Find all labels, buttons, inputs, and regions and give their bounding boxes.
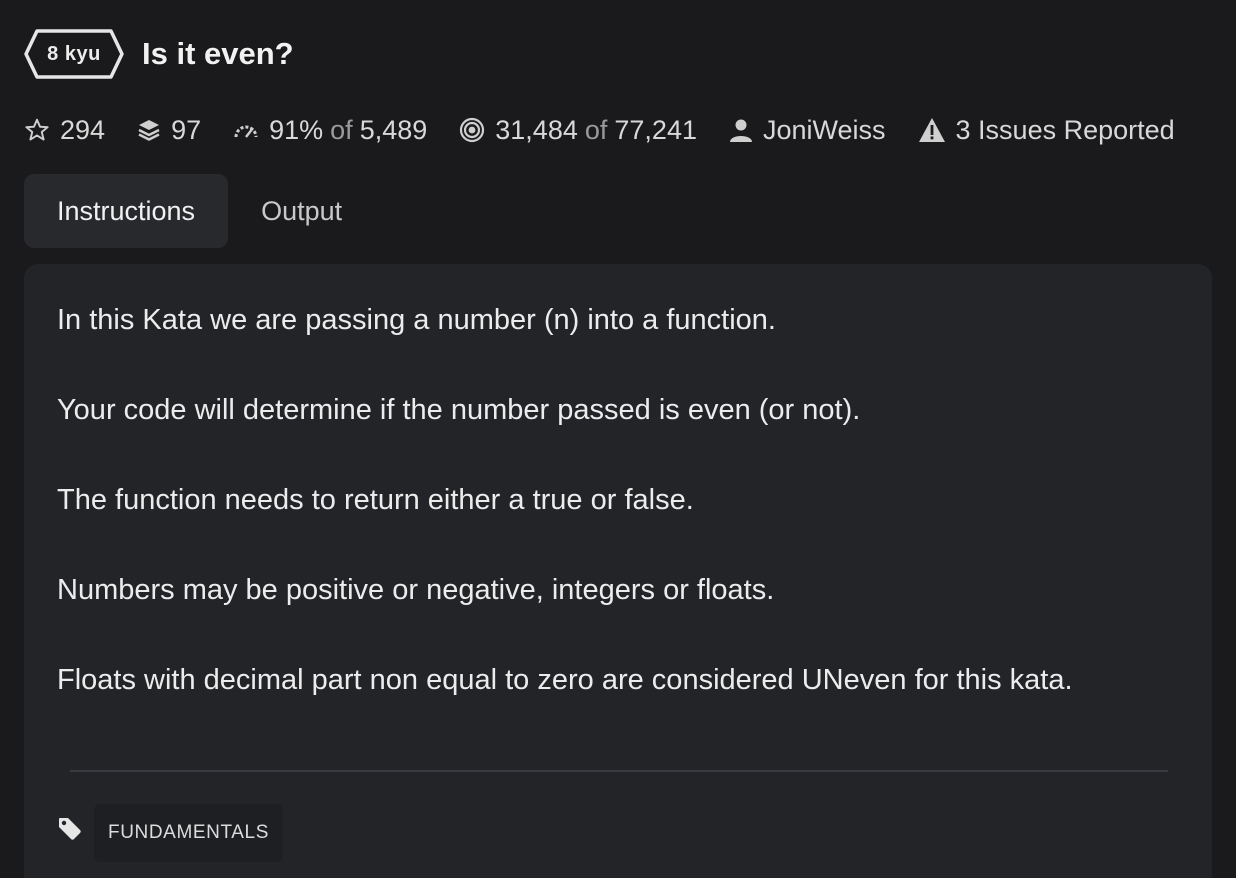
collections-count: 97	[171, 114, 202, 145]
stars-stat[interactable]: 294	[24, 115, 105, 146]
kata-header: 8 kyu Is it even?	[24, 26, 294, 82]
author-stat[interactable]: JoniWeiss	[729, 115, 886, 146]
instructions-panel: In this Kata we are passing a number (n)…	[24, 264, 1212, 878]
description-paragraph: Floats with decimal part non equal to ze…	[57, 664, 1073, 696]
satisfaction-percent: 91%	[269, 114, 324, 145]
kata-page: 8 kyu Is it even? 294 97 91% of 5,489 31…	[0, 0, 1236, 878]
issues-stat[interactable]: 3 Issues Reported	[918, 115, 1175, 146]
kata-stats: 294 97 91% of 5,489 31,484 of 77,241 Jon…	[24, 110, 1175, 150]
tags-row: FUNDAMENTALS	[57, 804, 283, 862]
kata-description: In this Kata we are passing a number (n)…	[57, 304, 1187, 754]
tab-output[interactable]: Output	[228, 174, 375, 248]
divider	[70, 770, 1168, 772]
description-paragraph: In this Kata we are passing a number (n)…	[57, 304, 776, 336]
layers-icon	[137, 118, 161, 142]
tag-icon	[57, 816, 83, 842]
rank-label: 8 kyu	[47, 43, 101, 65]
tag-fundamentals[interactable]: FUNDAMENTALS	[94, 804, 283, 862]
gauge-icon	[233, 119, 259, 141]
completed-count: 31,484	[495, 114, 578, 145]
tab-instructions[interactable]: Instructions	[24, 174, 229, 248]
completion-stat: 31,484 of 77,241	[459, 115, 697, 146]
completed-of: of	[584, 114, 608, 145]
satisfaction-votes: 5,489	[359, 114, 428, 145]
issues-text: 3 Issues Reported	[955, 114, 1175, 145]
stars-count: 294	[60, 114, 106, 145]
author-name: JoniWeiss	[762, 114, 886, 145]
collections-stat[interactable]: 97	[137, 115, 201, 146]
description-paragraph: Numbers may be positive or negative, int…	[57, 574, 775, 606]
description-paragraph: Your code will determine if the number p…	[57, 394, 861, 426]
tab-bar: Instructions Output	[24, 174, 375, 248]
user-icon	[729, 117, 753, 143]
description-paragraph: The function needs to return either a tr…	[57, 484, 694, 516]
satisfaction-stat: 91% of 5,489	[233, 115, 427, 146]
attempted-count: 77,241	[614, 114, 697, 145]
satisfaction-of: of	[330, 114, 353, 145]
kata-title[interactable]: Is it even?	[142, 36, 294, 72]
star-icon	[24, 117, 50, 143]
warning-icon	[918, 117, 946, 143]
rank-badge: 8 kyu	[24, 28, 124, 80]
target-icon	[459, 117, 485, 143]
